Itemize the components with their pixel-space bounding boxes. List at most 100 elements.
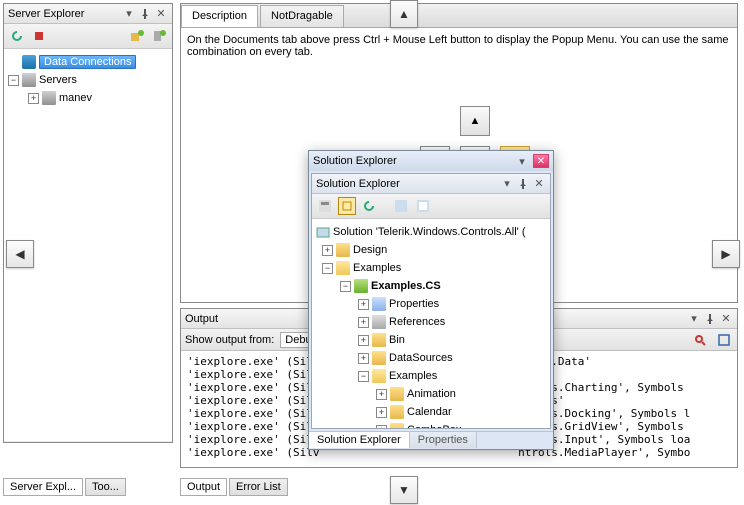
server-explorer-title: Server Explorer: [8, 8, 120, 20]
pin-icon[interactable]: [703, 312, 717, 326]
tab-label: Too...: [92, 481, 119, 493]
solution-icon: [316, 225, 330, 239]
tab-server-explorer[interactable]: Server Expl...: [3, 478, 83, 496]
tree-node-datasources[interactable]: + DataSources: [314, 349, 548, 367]
expand-icon[interactable]: +: [376, 425, 387, 429]
tree-label: References: [389, 316, 445, 328]
folder-icon: [390, 405, 404, 419]
tab-properties[interactable]: Properties: [410, 432, 477, 448]
expand-icon[interactable]: +: [28, 93, 39, 104]
connect-db-icon[interactable]: [128, 27, 146, 45]
solution-explorer-titlebar[interactable]: Solution Explorer ▾ ✕: [312, 174, 550, 194]
tab-solution-explorer[interactable]: Solution Explorer: [309, 432, 410, 448]
tab-description[interactable]: Description: [181, 5, 258, 27]
collapse-icon[interactable]: −: [340, 281, 351, 292]
pin-icon[interactable]: [138, 7, 152, 21]
tab-label: Solution Explorer: [317, 434, 401, 446]
expand-icon[interactable]: +: [358, 317, 369, 328]
tab-label: Properties: [418, 434, 468, 446]
tree-node-combobox[interactable]: + ComboBox: [314, 421, 548, 428]
server-explorer-toolbar: [4, 24, 172, 49]
tree-label: Data Connections: [39, 55, 136, 69]
tree-node-bin[interactable]: + Bin: [314, 331, 548, 349]
solution-explorer-window-titlebar[interactable]: Solution Explorer ▾ ✕: [309, 151, 553, 171]
tree-label: Examples: [389, 370, 437, 382]
tree-label: manev: [59, 92, 92, 104]
close-icon[interactable]: ✕: [533, 154, 549, 168]
chevron-down-icon[interactable]: ▾: [500, 177, 514, 191]
tree-node-calendar[interactable]: + Calendar: [314, 403, 548, 421]
expand-icon[interactable]: +: [376, 407, 387, 418]
tab-label: NotDragable: [271, 10, 333, 22]
tree-label: Solution 'Telerik.Windows.Controls.All' …: [333, 226, 526, 238]
expand-icon[interactable]: +: [358, 299, 369, 310]
chevron-down-icon[interactable]: ▾: [515, 154, 529, 168]
folder-icon: [336, 243, 350, 257]
add-server-icon[interactable]: [150, 27, 168, 45]
folder-icon: [372, 351, 386, 365]
toggle-icon[interactable]: [715, 331, 733, 349]
tab-notdragable[interactable]: NotDragable: [260, 5, 344, 27]
dock-top-icon[interactable]: ▲: [390, 0, 418, 28]
references-icon: [372, 315, 386, 329]
tree-label: DataSources: [389, 352, 453, 364]
tree-node-examples[interactable]: −Examples: [314, 259, 548, 277]
solution-tree: Solution 'Telerik.Windows.Controls.All' …: [312, 219, 550, 428]
folder-open-icon: [336, 261, 350, 275]
dock-bottom-icon[interactable]: ▼: [390, 476, 418, 504]
dock-left-icon[interactable]: ◀: [6, 240, 34, 268]
show-all-icon[interactable]: [338, 197, 356, 215]
chevron-down-icon[interactable]: ▾: [122, 7, 136, 21]
csproj-icon: [354, 279, 368, 293]
tab-output[interactable]: Output: [180, 478, 227, 496]
refresh-icon[interactable]: [360, 197, 378, 215]
folder-open-icon: [372, 369, 386, 383]
refresh-icon[interactable]: [8, 27, 26, 45]
tab-label: Description: [192, 10, 247, 22]
folder-icon: [390, 423, 404, 428]
expand-icon[interactable]: +: [376, 389, 387, 400]
expand-icon[interactable]: +: [358, 335, 369, 346]
solution-explorer-window[interactable]: Solution Explorer ▾ ✕ Solution Explorer …: [308, 150, 554, 450]
server-explorer-titlebar[interactable]: Server Explorer ▾ ✕: [4, 4, 172, 24]
tree-node-animation[interactable]: +Animation: [314, 385, 548, 403]
tree-node-data-connections[interactable]: Data Connections: [6, 53, 170, 71]
tree-label: Properties: [389, 298, 439, 310]
expand-icon[interactable]: +: [358, 353, 369, 364]
solution-explorer-bottom-tabs: Solution Explorer Properties: [309, 431, 553, 448]
find-icon[interactable]: [691, 331, 709, 349]
stop-icon[interactable]: [30, 27, 48, 45]
tree-node-examples-folder[interactable]: − Examples: [314, 367, 548, 385]
collapse-icon[interactable]: −: [358, 371, 369, 382]
tree-node-servers[interactable]: − Servers: [6, 71, 170, 89]
tab-toolbox[interactable]: Too...: [85, 478, 126, 496]
view-designer-icon[interactable]: [414, 197, 432, 215]
properties-icon[interactable]: [316, 197, 334, 215]
view-code-icon[interactable]: [392, 197, 410, 215]
close-icon[interactable]: ✕: [154, 7, 168, 21]
tree-label: Servers: [39, 74, 77, 86]
tree-node-solution[interactable]: Solution 'Telerik.Windows.Controls.All' …: [314, 223, 548, 241]
tree-label: Bin: [389, 334, 405, 346]
tree-node-references[interactable]: + References: [314, 313, 548, 331]
close-icon[interactable]: ✕: [532, 177, 546, 191]
tree-node-manev[interactable]: + manev: [6, 89, 170, 107]
chevron-down-icon[interactable]: ▾: [687, 312, 701, 326]
left-tabstrip: Server Expl... Too...: [3, 476, 173, 498]
collapse-icon[interactable]: −: [8, 75, 19, 86]
tree-node-properties[interactable]: + Properties: [314, 295, 548, 313]
tab-error-list[interactable]: Error List: [229, 478, 288, 496]
database-icon: [22, 55, 36, 69]
compass-up-icon[interactable]: ▲: [460, 106, 490, 136]
tree-label: Calendar: [407, 406, 452, 418]
pin-icon[interactable]: [516, 177, 530, 191]
tree-node-examples-cs[interactable]: − Examples.CS: [314, 277, 548, 295]
dock-right-icon[interactable]: ▶: [712, 240, 740, 268]
collapse-icon[interactable]: −: [322, 263, 333, 274]
tab-label: Output: [187, 481, 220, 493]
expand-icon[interactable]: +: [322, 245, 333, 256]
tree-label: Examples.CS: [371, 280, 441, 292]
tree-node-design[interactable]: +Design: [314, 241, 548, 259]
close-icon[interactable]: ✕: [719, 312, 733, 326]
tree-label: ComboBox: [407, 424, 461, 428]
